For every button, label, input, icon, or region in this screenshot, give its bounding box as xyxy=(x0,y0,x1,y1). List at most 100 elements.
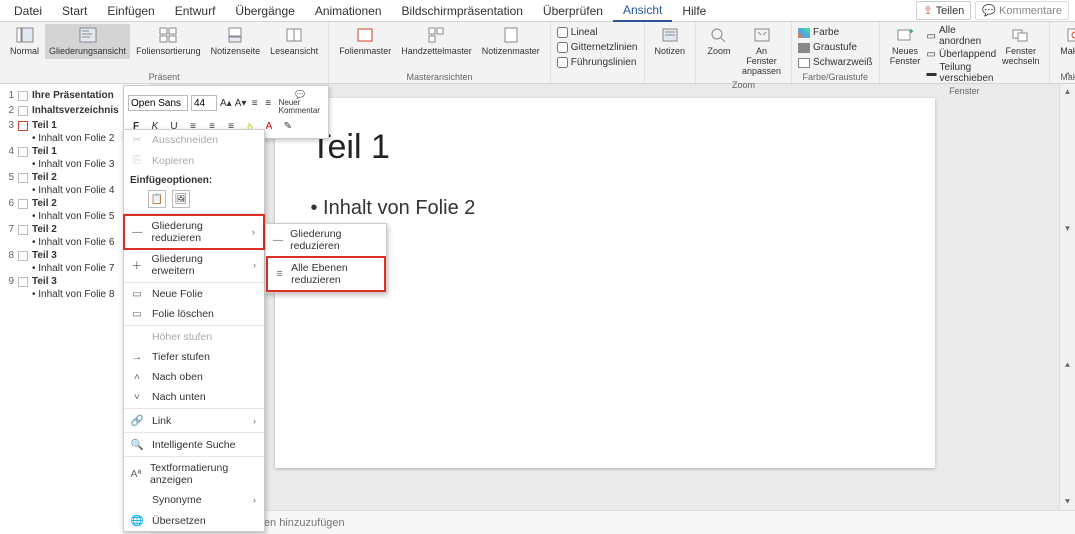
collapse-icon: — xyxy=(131,226,143,238)
switch-window-button[interactable]: Fenster wechseln xyxy=(998,24,1043,69)
notes-button[interactable]: Notizen xyxy=(651,24,690,59)
cut-icon: ✂ xyxy=(130,134,144,146)
outline-title[interactable]: Teil 2 xyxy=(32,198,57,209)
handout-master-button[interactable]: Handzettelmaster xyxy=(397,24,476,59)
demote-item[interactable]: →Tiefer stufen xyxy=(124,347,264,367)
guides-checkbox[interactable]: Führungslinien xyxy=(557,56,637,69)
color-icon xyxy=(798,28,810,38)
macros-button[interactable]: Makros xyxy=(1056,24,1075,59)
collapse-all-subitem[interactable]: ≡Alle Ebenen reduzieren xyxy=(266,256,386,292)
outline-title[interactable]: Inhaltsverzeichnis xyxy=(32,105,119,116)
slide-title[interactable]: Teil 1 xyxy=(311,128,899,167)
slide-bullet[interactable]: • Inhalt von Folie 2 xyxy=(311,197,899,220)
paste-keep-format-icon[interactable]: 📋 xyxy=(148,190,166,208)
tab-uebergaenge[interactable]: Übergänge xyxy=(225,1,304,21)
outline-title[interactable]: Teil 3 xyxy=(32,250,57,261)
synonyms-item[interactable]: Synonyme› xyxy=(124,490,264,510)
tab-ansicht[interactable]: Ansicht xyxy=(613,0,672,22)
outline-title[interactable]: Ihre Präsentation xyxy=(32,90,114,101)
down-icon: ˅ xyxy=(130,391,144,403)
outline-view-button[interactable]: Gliederungsansicht xyxy=(45,24,130,59)
copy-item: ⎘Kopieren xyxy=(124,150,264,171)
search-icon: 🔍 xyxy=(130,438,144,451)
increase-font-icon[interactable]: A▴ xyxy=(220,95,232,111)
group-notes: Notizen xyxy=(645,22,697,83)
outline-title[interactable]: Teil 2 xyxy=(32,172,57,183)
tab-entwurf[interactable]: Entwurf xyxy=(165,1,226,21)
outline-title[interactable]: Teil 1 xyxy=(32,120,57,131)
slide-master-button[interactable]: Folienmaster xyxy=(335,24,395,59)
tab-start[interactable]: Start xyxy=(52,1,97,21)
new-window-button[interactable]: ✦Neues Fenster xyxy=(886,24,925,69)
decrease-indent-icon[interactable]: ≡ xyxy=(249,95,260,111)
move-down-item[interactable]: ˅Nach unten xyxy=(124,387,264,407)
chevron-right-icon: › xyxy=(253,416,256,426)
font-size-select[interactable] xyxy=(191,95,217,111)
collapse-ribbon-icon[interactable]: ˄ xyxy=(1065,70,1071,81)
zoom-icon xyxy=(709,26,729,44)
decrease-font-icon[interactable]: A▾ xyxy=(235,95,247,111)
move-up-item[interactable]: ˄Nach oben xyxy=(124,367,264,387)
prev-slide-icon[interactable]: ⯅ xyxy=(1064,360,1071,371)
tab-bildschirm[interactable]: Bildschirmpräsentation xyxy=(392,1,533,21)
format-painter-icon[interactable]: ✎ xyxy=(280,118,296,134)
paste-options-label: Einfügeoptionen: xyxy=(124,171,264,188)
tab-hilfe[interactable]: Hilfe xyxy=(672,1,716,21)
color-button[interactable]: Farbe xyxy=(798,26,839,39)
link-item[interactable]: 🔗Link› xyxy=(124,410,264,431)
delete-slide-item[interactable]: ▭Folie löschen xyxy=(124,304,264,324)
group-label-views: Präsent xyxy=(6,71,322,82)
sorter-view-button[interactable]: Foliensortierung xyxy=(132,24,205,59)
group-master: Folienmaster Handzettelmaster Notizenmas… xyxy=(329,22,551,83)
split-button[interactable]: ▬Teilung verschieben xyxy=(927,61,997,85)
expand-outline-item[interactable]: ＋Gliederung erweitern› xyxy=(124,249,264,281)
promote-item: Höher stufen xyxy=(124,327,264,347)
outline-title[interactable]: Teil 2 xyxy=(32,224,57,235)
tab-bar: Datei Start Einfügen Entwurf Übergänge A… xyxy=(0,0,1075,22)
tab-animationen[interactable]: Animationen xyxy=(305,1,392,21)
tab-ueberpruefen[interactable]: Überprüfen xyxy=(533,1,613,21)
grayscale-button[interactable]: Graustufe xyxy=(798,41,857,54)
scroll-up-icon[interactable]: ▴ xyxy=(1065,86,1070,97)
translate-item[interactable]: 🌐Übersetzen xyxy=(124,510,264,531)
font-select[interactable] xyxy=(128,95,188,111)
zoom-button[interactable]: Zoom xyxy=(702,24,736,59)
tab-datei[interactable]: Datei xyxy=(4,1,52,21)
switch-icon xyxy=(1011,26,1031,44)
group-label-color: Farbe/Graustufe xyxy=(798,71,872,82)
format-icon: Aª xyxy=(130,468,142,480)
comments-button[interactable]: 💬Kommentare xyxy=(975,1,1069,20)
notes-master-button[interactable]: Notizenmaster xyxy=(478,24,544,59)
notes-pane[interactable]: Klicken Sie, um Notizen hinzuzufügen xyxy=(150,510,1075,534)
svg-text:✦: ✦ xyxy=(908,27,914,36)
sorter-icon xyxy=(158,26,178,44)
show-formatting-item[interactable]: AªTextformatierung anzeigen xyxy=(124,458,264,490)
notes-view-button[interactable]: Notizenseite xyxy=(207,24,265,59)
outline-title[interactable]: Teil 3 xyxy=(32,276,57,287)
next-slide-icon[interactable]: ⯆ xyxy=(1064,497,1071,508)
bw-button[interactable]: Schwarzweiß xyxy=(798,56,872,69)
normal-view-button[interactable]: Normal xyxy=(6,24,43,59)
share-button[interactable]: ⇪Teilen xyxy=(916,1,971,20)
increase-indent-icon[interactable]: ≡ xyxy=(263,95,274,111)
collapse-outline-item[interactable]: —Gliederung reduzieren› xyxy=(123,214,265,250)
gridlines-checkbox[interactable]: Gitternetzlinien xyxy=(557,41,638,54)
paste-picture-icon[interactable]: 🖼 xyxy=(172,190,190,208)
ruler-checkbox[interactable]: Lineal xyxy=(557,26,598,39)
outline-title[interactable]: Teil 1 xyxy=(32,146,57,157)
new-comment-button[interactable]: 💬Neuer Kommentar xyxy=(277,90,324,116)
cascade-button[interactable]: ▭Überlappend xyxy=(927,48,997,61)
tab-einfuegen[interactable]: Einfügen xyxy=(97,1,164,21)
vertical-scrollbar[interactable]: ▴ ▾ ⯅ ⯆ xyxy=(1059,84,1075,510)
fit-window-button[interactable]: An Fenster anpassen xyxy=(738,24,785,79)
outline-icon xyxy=(78,26,98,44)
cascade-icon: ▭ xyxy=(927,49,936,60)
reading-view-button[interactable]: Leseansicht xyxy=(266,24,322,59)
smart-lookup-item[interactable]: 🔍Intelligente Suche xyxy=(124,434,264,455)
delete-icon: ▭ xyxy=(130,308,144,320)
scroll-down-icon[interactable]: ▾ xyxy=(1065,223,1070,234)
arrange-all-button[interactable]: ▭Alle anordnen xyxy=(927,24,997,48)
new-slide-item[interactable]: ▭Neue Folie xyxy=(124,284,264,304)
collapse-outline-subitem[interactable]: —Gliederung reduzieren xyxy=(266,224,386,256)
link-icon: 🔗 xyxy=(130,414,144,427)
